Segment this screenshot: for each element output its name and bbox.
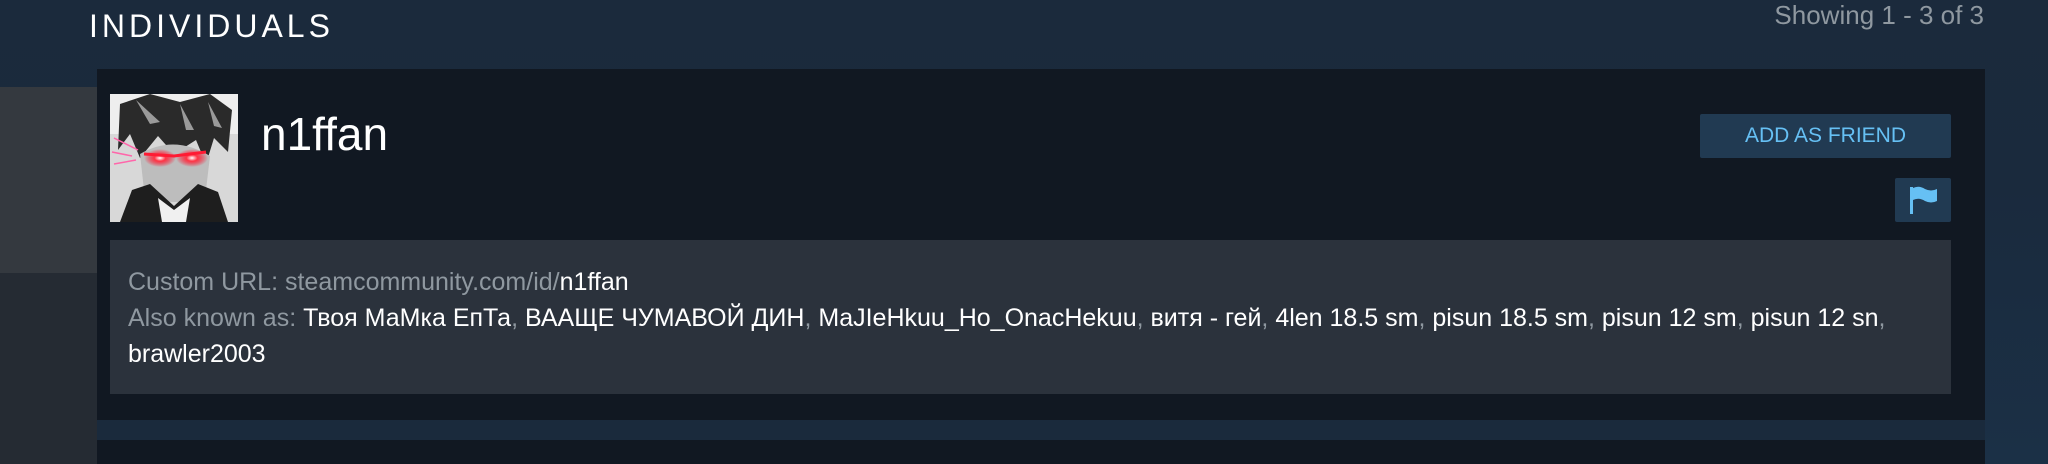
next-search-result-card <box>97 440 1985 464</box>
alias-separator: , <box>1136 304 1151 332</box>
alias-separator: , <box>511 304 525 332</box>
card-divider <box>97 420 1985 440</box>
alias-item: MaJIeHkuu_Ho_OnacHekuu <box>818 304 1137 332</box>
alias-separator: , <box>1878 304 1886 332</box>
custom-url-label: Custom URL: <box>128 268 285 296</box>
aliases-label: Also known as: <box>128 304 304 332</box>
username-link[interactable]: n1ffan <box>261 108 388 160</box>
add-as-friend-button[interactable]: ADD AS FRIEND <box>1700 114 1951 158</box>
custom-url-id: n1ffan <box>559 268 629 296</box>
report-button[interactable] <box>1895 178 1951 222</box>
alias-separator: , <box>1736 304 1751 332</box>
section-title: INDIVIDUALS <box>89 8 334 44</box>
alias-item: brawler2003 <box>128 340 266 368</box>
alias-item: 4len 18.5 sm <box>1275 304 1419 332</box>
left-side-panel <box>0 87 97 464</box>
profile-details: Custom URL: steamcommunity.com/id/n1ffan… <box>110 240 1951 394</box>
alias-separator: , <box>1261 304 1276 332</box>
alias-item: ВААЩЕ ЧУМАВОЙ ДИН <box>525 304 805 332</box>
alias-separator: , <box>804 304 819 332</box>
aliases-row: Also known as: Твоя МаМка ЕпТа, ВААЩЕ ЧУ… <box>128 300 1933 372</box>
results-count: Showing 1 - 3 of 3 <box>1774 0 1984 30</box>
alias-separator: , <box>1418 304 1433 332</box>
custom-url-row: Custom URL: steamcommunity.com/id/n1ffan <box>128 264 1933 300</box>
custom-url-base: steamcommunity.com/id/ <box>284 268 560 296</box>
user-avatar[interactable] <box>110 94 238 222</box>
alias-item: pisun 12 sn <box>1750 304 1879 332</box>
anime-avatar-image <box>110 94 238 222</box>
flag-icon <box>1910 186 1937 214</box>
search-results-page: INDIVIDUALS Showing 1 - 3 of 3 n1ffan AD… <box>0 0 2048 464</box>
alias-separator: , <box>1588 304 1602 332</box>
alias-item: pisun 18.5 sm <box>1432 304 1588 332</box>
left-side-panel-highlight <box>0 87 97 273</box>
alias-item: витя - гей <box>1150 304 1262 332</box>
alias-item: Твоя МаМка ЕпТа <box>303 304 512 332</box>
alias-item: pisun 12 sm <box>1601 304 1737 332</box>
